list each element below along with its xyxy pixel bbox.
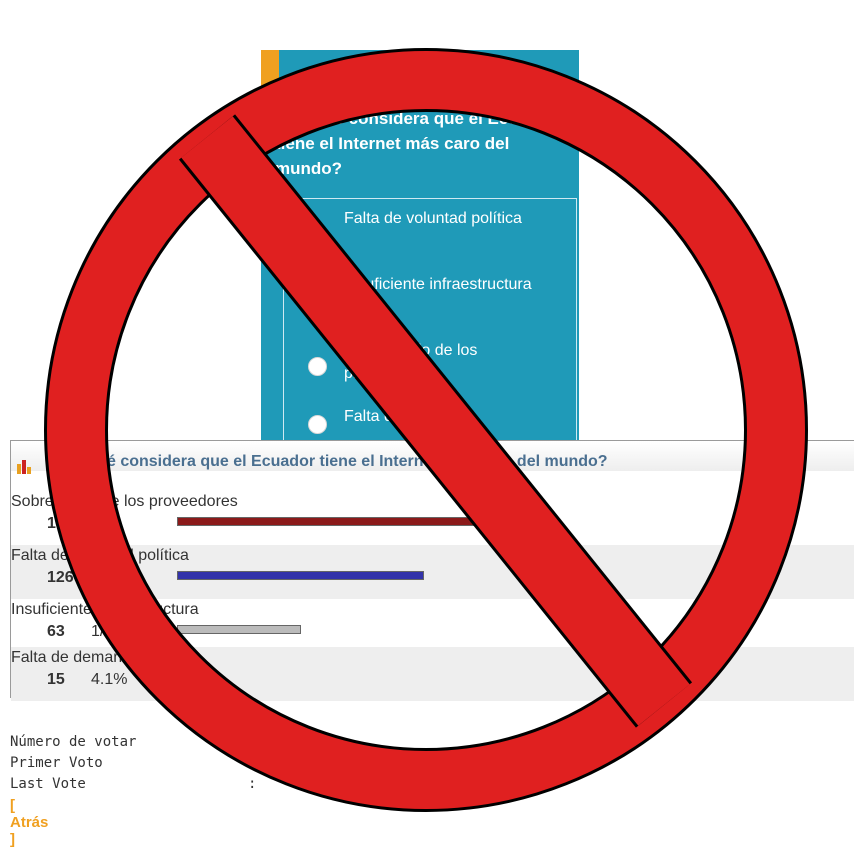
radio-button[interactable] bbox=[308, 357, 327, 376]
result-row: Insuficiente infraestructura 63 1/ bbox=[11, 599, 854, 653]
result-row: Falta de demanda 15 4.1% bbox=[11, 647, 854, 701]
result-bar bbox=[177, 517, 510, 526]
results-panel: ¿Porqué considera que el Ecuador tiene e… bbox=[10, 440, 854, 701]
poll-question: ¿Porqué considera que el Ecuador tiene e… bbox=[275, 109, 556, 178]
result-row: Sobreprecio de los proveedores 16 % bbox=[11, 491, 854, 545]
radio-button[interactable] bbox=[308, 225, 327, 244]
results-title: ¿Porqué considera que el Ecuador tiene e… bbox=[51, 453, 608, 470]
radio-button[interactable] bbox=[308, 415, 327, 434]
poll-widget: ¿Porqué considera que el Ecuador tiene e… bbox=[261, 50, 579, 443]
results-header: ¿Porqué considera que el Ecuador tiene e… bbox=[11, 441, 854, 474]
result-bar bbox=[177, 673, 208, 682]
poll-options: Falta de voluntad política Insuficiente … bbox=[283, 198, 577, 443]
back-link[interactable]: [ Atrás ] bbox=[10, 797, 48, 848]
bar-chart-icon bbox=[17, 460, 31, 474]
radio-button[interactable] bbox=[308, 291, 327, 310]
result-row: Falta de voluntad política 126 bbox=[11, 545, 854, 599]
result-bar bbox=[177, 571, 424, 580]
result-bar bbox=[177, 625, 301, 634]
poll-header-tab bbox=[261, 50, 279, 90]
